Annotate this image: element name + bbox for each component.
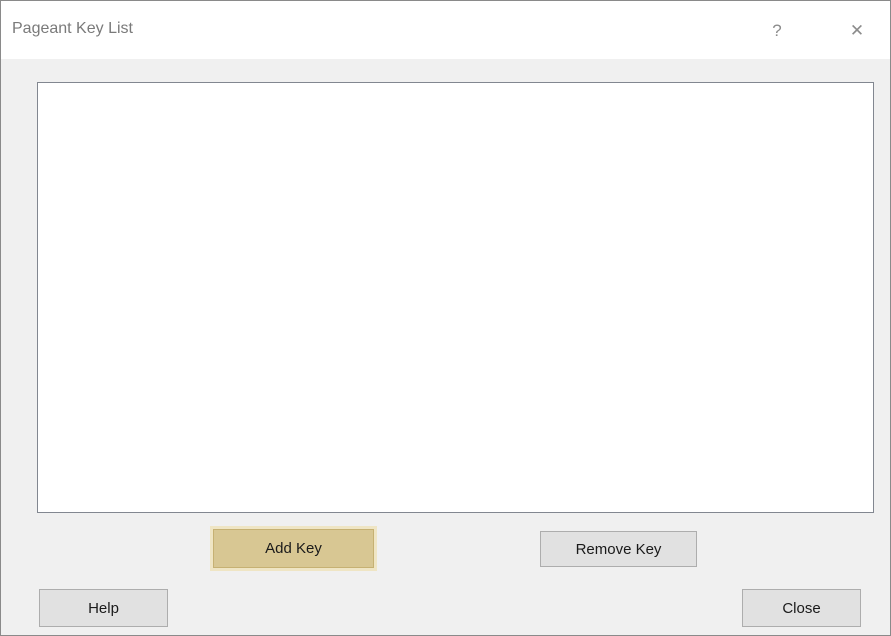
title-bar: Pageant Key List ? ✕ [1,1,890,59]
help-button[interactable]: Help [39,589,168,627]
window-title: Pageant Key List [12,20,133,37]
remove-key-button[interactable]: Remove Key [540,531,697,567]
close-icon[interactable]: ✕ [835,15,879,47]
pageant-key-list-dialog: Pageant Key List ? ✕ Add Key Remove Key … [0,0,891,636]
close-button[interactable]: Close [742,589,861,627]
add-key-button[interactable]: Add Key [210,526,377,571]
key-list-box[interactable] [37,82,874,513]
help-icon[interactable]: ? [755,15,799,47]
